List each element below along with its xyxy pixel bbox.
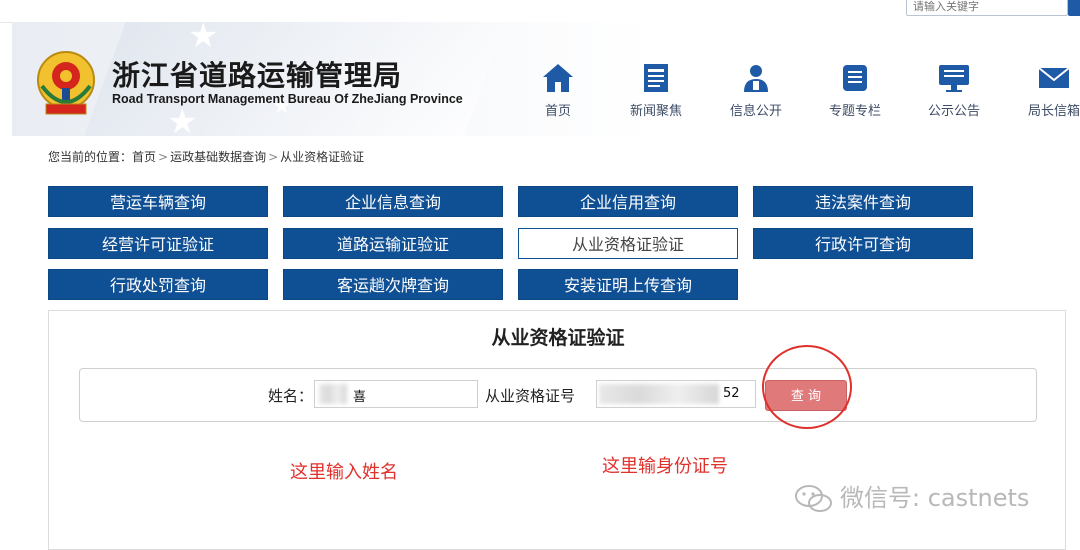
notice-icon xyxy=(939,65,969,92)
id-hint-annotation: 这里输身份证号 xyxy=(602,456,728,477)
panel-title: 从业资格证验证 xyxy=(491,327,625,349)
watermark-text: 微信号: castnets xyxy=(840,484,1030,512)
breadcrumb-item-current: 从业资格证验证 xyxy=(280,150,365,164)
name-value: 喜 xyxy=(353,390,367,405)
menu-penalty-query[interactable]: 行政处罚查询 xyxy=(48,269,268,300)
nav-home[interactable]: 首页 xyxy=(518,62,598,122)
breadcrumb-prefix: 您当前的位置： xyxy=(48,150,133,164)
breadcrumb-separator: > xyxy=(158,150,169,164)
name-hint-annotation: 这里输入姓名 xyxy=(290,462,398,483)
menu-company-credit[interactable]: 企业信用查询 xyxy=(518,186,738,217)
search-input[interactable] xyxy=(906,0,1068,16)
star-decoration: ★ xyxy=(188,22,219,56)
menu-install-cert-query[interactable]: 安装证明上传查询 xyxy=(518,269,738,300)
breadcrumb-item-home[interactable]: 首页 xyxy=(132,150,156,164)
breadcrumb-separator: > xyxy=(268,150,279,164)
wechat-icon xyxy=(795,485,832,512)
menu-admin-permit[interactable]: 行政许可查询 xyxy=(753,228,973,259)
cert-number-input[interactable]: 52 xyxy=(596,380,756,408)
menu-license-verify[interactable]: 经营许可证验证 xyxy=(48,228,268,259)
home-icon xyxy=(543,64,573,92)
redaction-blur xyxy=(319,384,347,404)
site-title: 浙江省道路运输管理局 xyxy=(112,59,403,92)
wechat-watermark: 微信号: castnets xyxy=(794,478,1029,514)
news-icon xyxy=(644,64,668,92)
cert-label: 从业资格证号 xyxy=(485,387,576,405)
nav-label: 信息公开 xyxy=(729,104,782,119)
nav-notice[interactable]: 公示公告 xyxy=(914,62,994,122)
name-label: 姓名： xyxy=(268,387,314,405)
breadcrumb: 您当前的位置：首页 > 运政基础数据查询 > 从业资格证验证 xyxy=(48,148,364,165)
query-form: 姓名： 喜 从业资格证号 52 查 询 xyxy=(79,368,1037,422)
redaction-blur xyxy=(599,384,719,404)
top-bar xyxy=(0,0,1080,23)
star-decoration: ★ xyxy=(167,102,198,136)
verification-panel: 从业资格证验证 姓名： 喜 从业资格证号 52 查 询 xyxy=(48,310,1066,550)
nav-label: 专题专栏 xyxy=(828,104,881,119)
nav-label: 首页 xyxy=(544,104,571,119)
highlight-circle xyxy=(762,345,852,429)
nav-label: 局长信箱 xyxy=(1027,104,1080,119)
column-icon xyxy=(843,65,867,91)
menu-transport-cert-verify[interactable]: 道路运输证验证 xyxy=(283,228,503,259)
nav-column[interactable]: 专题专栏 xyxy=(815,62,895,122)
site-subtitle: Road Transport Management Bureau Of ZheJ… xyxy=(112,92,463,106)
mail-icon xyxy=(1038,67,1070,88)
site-header: ★ ★ ★ 浙江省道路运输管理局 Road Transport Manageme… xyxy=(12,22,1080,136)
nav-label: 公示公告 xyxy=(927,104,980,119)
menu-violation-query[interactable]: 违法案件查询 xyxy=(753,186,973,217)
menu-vehicle-query[interactable]: 营运车辆查询 xyxy=(48,186,268,217)
cert-value: 52 xyxy=(723,386,740,401)
bureau-emblem-icon xyxy=(37,51,95,115)
search-button[interactable] xyxy=(1068,0,1080,16)
name-input[interactable]: 喜 xyxy=(314,380,478,408)
menu-trip-plate-query[interactable]: 客运趟次牌查询 xyxy=(283,269,503,300)
nav-mailbox[interactable]: 局长信箱 xyxy=(1014,62,1080,122)
menu-company-info[interactable]: 企业信息查询 xyxy=(283,186,503,217)
nav-info[interactable]: 信息公开 xyxy=(716,62,796,122)
menu-qualification-verify[interactable]: 从业资格证验证 xyxy=(518,228,738,259)
breadcrumb-item-query[interactable]: 运政基础数据查询 xyxy=(170,150,266,164)
person-icon xyxy=(744,65,768,92)
nav-news[interactable]: 新闻聚焦 xyxy=(616,62,696,122)
nav-label: 新闻聚焦 xyxy=(629,104,682,119)
